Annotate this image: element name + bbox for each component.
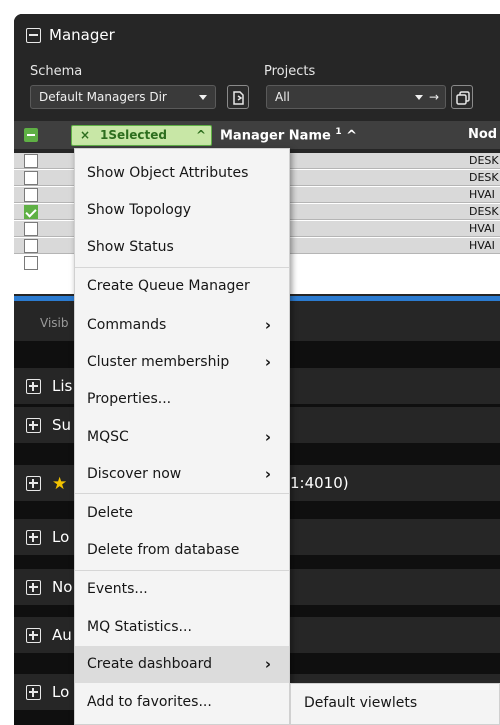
schema-select[interactable]: Default Managers Dir [30, 85, 216, 109]
caret-down-icon [415, 95, 423, 100]
menu-item-label: Show Status [87, 239, 174, 255]
selection-count: 1Selected [100, 128, 167, 142]
context-menu: Show Object Attributes Show Topology Sho… [74, 148, 290, 725]
projects-value: All [275, 90, 290, 104]
menu-item-label: MQSC [87, 429, 129, 445]
node-cell: HVAI [469, 188, 495, 201]
selection-chip[interactable]: × 1Selected ^ [71, 125, 212, 146]
copy-button[interactable] [451, 85, 473, 109]
menu-item-delete[interactable]: Delete [75, 495, 289, 532]
menu-item-label: Delete from database [87, 542, 240, 558]
chevron-right-icon: › [264, 465, 271, 483]
export-button[interactable] [227, 85, 249, 109]
menu-item-label: Commands [87, 317, 167, 333]
panel-title: Manager [49, 26, 115, 44]
node-cell: DESK [469, 205, 499, 218]
menu-item-discover-now[interactable]: Discover now › [75, 456, 289, 493]
menu-item-commands[interactable]: Commands › [75, 307, 289, 344]
menu-item-label: Show Topology [87, 202, 192, 218]
node-cell: HVAI [469, 239, 495, 252]
submenu-item-default-viewlets[interactable]: Default viewlets [290, 683, 500, 725]
chevron-right-icon: › [264, 353, 271, 371]
row-checkbox-checked[interactable] [24, 205, 38, 219]
node-cell: DESK [469, 171, 499, 184]
menu-item-label: Discover now [87, 466, 182, 482]
panel-title: Lo [52, 683, 70, 701]
menu-item-label: Events... [87, 581, 148, 597]
schema-label: Schema [30, 64, 83, 79]
row-checkbox[interactable] [24, 154, 38, 168]
clear-selection-icon[interactable]: × [80, 126, 90, 145]
panel-title: No [52, 578, 73, 596]
chevron-right-icon: › [264, 428, 271, 446]
chevron-right-icon: › [264, 655, 271, 673]
node-cell: DESK [469, 154, 499, 167]
menu-item-delete-from-database[interactable]: Delete from database [75, 532, 289, 569]
menu-item-label: Cluster membership [87, 354, 230, 370]
panel-title: Lo [52, 528, 70, 546]
arrow-right-icon[interactable]: → [429, 86, 439, 108]
row-checkbox[interactable] [24, 222, 38, 236]
menu-item-create-queue-manager[interactable]: Create Queue Manager [75, 268, 289, 305]
menu-item-label: Add to favorites... [87, 694, 212, 710]
menu-item-mq-statistics[interactable]: MQ Statistics... [75, 609, 289, 646]
column-header-label: Manager Name [220, 128, 331, 144]
sort-ascending-icon: ^ [346, 128, 358, 144]
expand-icon[interactable] [26, 628, 41, 643]
submenu-item-label: Default viewlets [304, 695, 418, 711]
schema-value: Default Managers Dir [39, 90, 167, 104]
menu-item-create-dashboard[interactable]: Create dashboard › [75, 646, 289, 683]
menu-item-cluster-membership[interactable]: Cluster membership › [75, 344, 289, 381]
expand-icon[interactable] [26, 476, 41, 491]
menu-item-show-object-attributes[interactable]: Show Object Attributes [75, 155, 289, 192]
manager-panel-header[interactable]: Manager [26, 26, 115, 44]
column-header-manager-name[interactable]: Manager Name 1 ^ [220, 127, 357, 143]
menu-item-label: Show Object Attributes [87, 165, 249, 181]
export-icon [233, 91, 244, 105]
menu-item-add-to-favorites[interactable]: Add to favorites... [75, 684, 289, 721]
menu-item-label: Create Queue Manager [87, 278, 250, 294]
panel-title: Lis [52, 377, 73, 395]
projects-select[interactable]: All → [266, 85, 446, 109]
expand-icon[interactable] [26, 379, 41, 394]
expand-icon[interactable] [26, 418, 41, 433]
menu-item-show-topology[interactable]: Show Topology [75, 192, 289, 229]
expand-icon[interactable] [26, 580, 41, 595]
menu-item-label: Properties... [87, 391, 172, 407]
menu-separator [75, 493, 289, 494]
menu-item-label: Delete [87, 505, 133, 521]
menu-item-properties[interactable]: Properties... [75, 381, 289, 418]
chevron-right-icon: › [264, 316, 271, 334]
projects-label: Projects [264, 64, 316, 79]
menu-item-mqsc[interactable]: MQSC › [75, 419, 289, 456]
row-checkbox[interactable] [24, 171, 38, 185]
row-checkbox[interactable] [24, 256, 38, 270]
column-header-node[interactable]: Nod [468, 127, 497, 142]
table-header: × 1Selected ^ Manager Name 1 ^ Nod [14, 121, 500, 149]
row-checkbox[interactable] [24, 239, 38, 253]
sort-index: 1 [335, 127, 342, 137]
panel-title: Au [52, 626, 72, 644]
menu-item-events[interactable]: Events... [75, 571, 289, 608]
copy-icon [456, 91, 470, 105]
chevron-up-icon[interactable]: ^ [196, 126, 206, 145]
row-checkbox[interactable] [24, 188, 38, 202]
visible-count-text: Visib [40, 316, 69, 330]
node-cell: HVAI [469, 222, 495, 235]
expand-icon[interactable] [26, 530, 41, 545]
panel-title: Su [52, 416, 72, 434]
caret-down-icon [199, 95, 207, 100]
expand-icon[interactable] [26, 685, 41, 700]
panel-title: 1:4010) [290, 474, 349, 492]
menu-item-label: MQ Statistics... [87, 619, 192, 635]
star-icon: ★ [52, 474, 68, 494]
select-all-checkbox[interactable] [24, 128, 38, 142]
menu-item-label: Create dashboard [87, 656, 213, 672]
collapse-icon[interactable] [26, 27, 41, 43]
menu-item-show-status[interactable]: Show Status [75, 229, 289, 266]
